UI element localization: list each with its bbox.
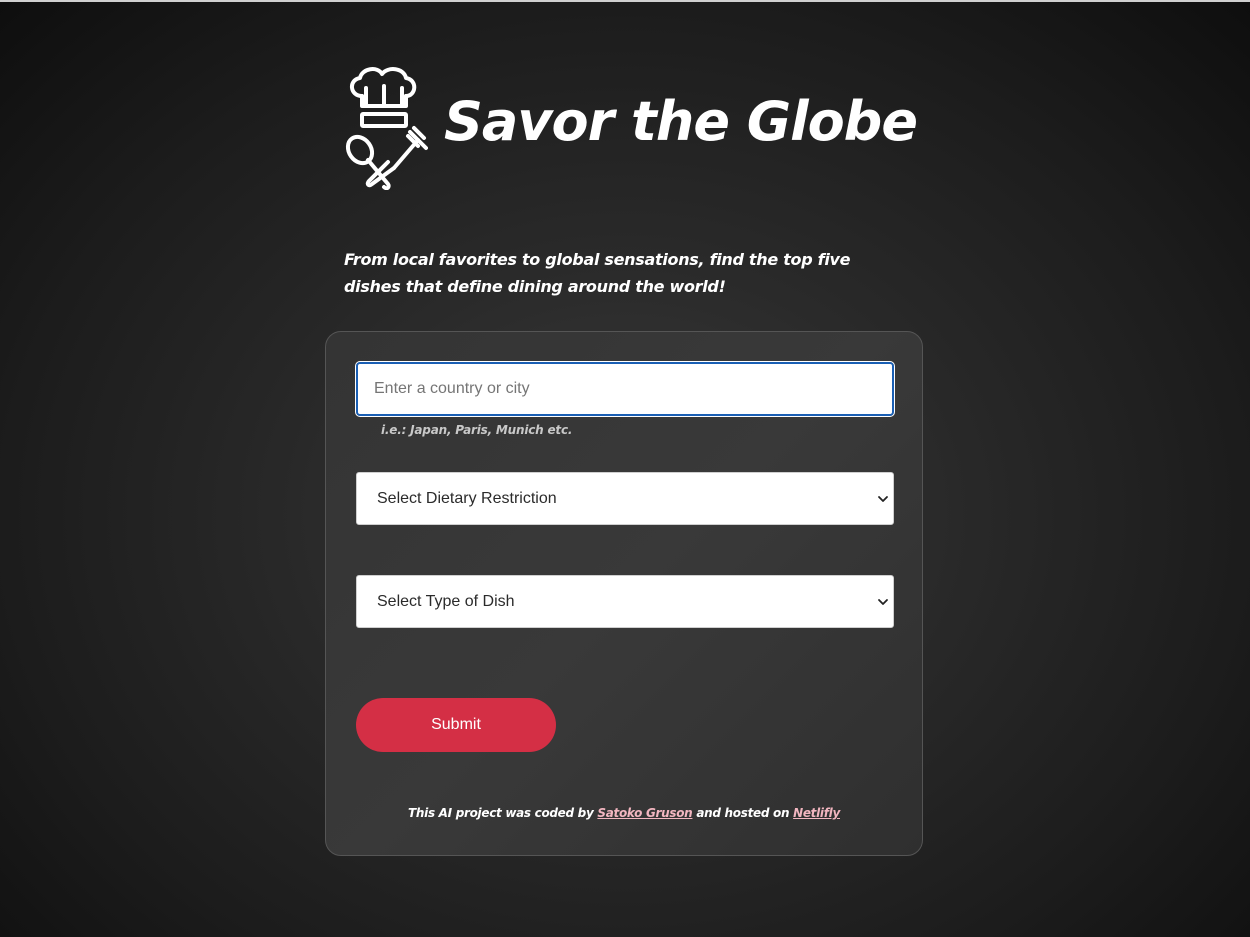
app-title: Savor the Globe	[444, 90, 918, 153]
author-link[interactable]: Satoko Gruson	[597, 806, 692, 820]
chevron-down-icon	[878, 598, 888, 605]
footer-prefix: This AI project was coded by	[408, 806, 594, 820]
footer-middle: and hosted on	[696, 806, 790, 820]
input-hint: i.e.: Japan, Paris, Munich etc.	[381, 423, 573, 437]
tagline: From local favorites to global sensation…	[344, 250, 851, 296]
location-search-input[interactable]	[355, 361, 895, 417]
submit-button[interactable]: Submit	[356, 698, 556, 752]
dish-type-select[interactable]: Select Type of Dish	[356, 575, 894, 628]
footer-credits: This AI project was coded by Satoko Grus…	[326, 806, 922, 820]
search-form-card: i.e.: Japan, Paris, Munich etc. Select D…	[325, 331, 923, 856]
host-link[interactable]: Netlifly	[793, 806, 840, 820]
dietary-restriction-select[interactable]: Select Dietary Restriction	[356, 472, 894, 525]
chevron-down-icon	[878, 495, 888, 502]
chef-hat-utensils-icon	[344, 66, 428, 190]
app-header: Savor the Globe	[344, 66, 918, 192]
dietary-restriction-selected: Select Dietary Restriction	[377, 489, 557, 507]
dish-type-selected: Select Type of Dish	[377, 592, 515, 610]
